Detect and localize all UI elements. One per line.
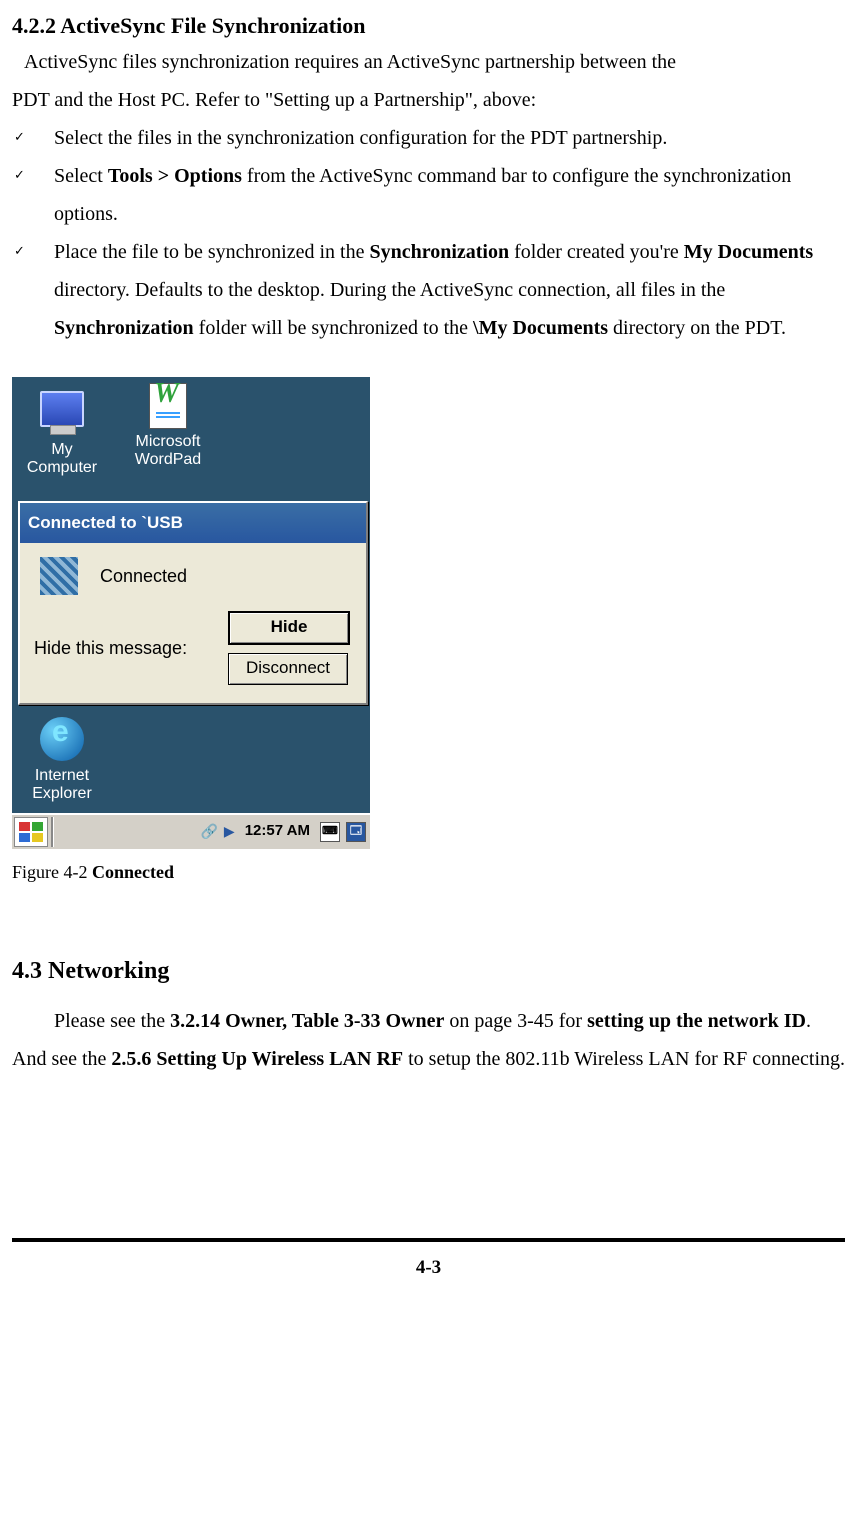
wordpad-label-2: WordPad (135, 451, 201, 468)
my-computer-icon[interactable]: My Computer (18, 383, 106, 478)
li3-mid3: folder will be synchronized to the (194, 317, 473, 339)
s43-b2: setting up the network ID (587, 1010, 806, 1032)
network-tray-icon[interactable]: 🔗 (200, 818, 217, 845)
connection-status: Connected (100, 559, 187, 593)
section-4-3-body: Please see the 3.2.14 Owner, Table 3-33 … (12, 1002, 845, 1078)
start-button[interactable] (14, 817, 48, 847)
s43-t1: Please see the (54, 1010, 170, 1032)
my-computer-label-2: Computer (27, 459, 97, 476)
internet-explorer-icon[interactable]: Internet Explorer (18, 717, 106, 804)
li3-b3: Synchronization (54, 317, 194, 339)
taskbar-separator (51, 817, 54, 847)
taskbar: 🔗 ▶ 12:57 AM ⌨ 🗔 (12, 813, 370, 849)
section-4-3-heading: 4.3 Networking (12, 949, 845, 995)
desktop-tray-icon[interactable]: 🗔 (346, 822, 366, 842)
checklist-item-1: Select the files in the synchronization … (12, 119, 845, 157)
figure-4-2: My Computer Microsoft WordPad Internet E… (12, 377, 845, 889)
figure-caption: Figure 4-2 Connected (12, 855, 845, 889)
taskbar-clock[interactable]: 12:57 AM (245, 817, 310, 846)
device-screenshot: My Computer Microsoft WordPad Internet E… (12, 377, 370, 849)
li3-b4: \My Documents (473, 317, 608, 339)
checklist: Select the files in the synchronization … (12, 119, 845, 347)
li2-pre: Select (54, 165, 108, 187)
li3-b2: My Documents (684, 241, 813, 263)
my-computer-label-1: My (51, 441, 72, 458)
connected-popup: Connected to `USB Connected Hide this me… (18, 501, 368, 705)
figure-caption-bold: Connected (92, 862, 174, 882)
arrow-tray-icon[interactable]: ▶ (224, 818, 235, 845)
hide-button[interactable]: Hide (228, 611, 350, 645)
ie-label-2: Explorer (32, 785, 92, 802)
li3-pre: Place the file to be synchronized in the (54, 241, 369, 263)
sip-tray-icon[interactable]: ⌨ (320, 822, 340, 842)
li3-post: directory on the PDT. (608, 317, 786, 339)
li3-mid1: folder created you're (509, 241, 684, 263)
li3-mid2: directory. Defaults to the desktop. Duri… (54, 279, 725, 301)
system-tray: 🔗 ▶ 12:57 AM ⌨ 🗔 (200, 817, 370, 846)
ie-label-1: Internet (35, 767, 89, 784)
page-number: 4-3 (12, 1250, 845, 1286)
hide-message-label: Hide this message: (34, 631, 187, 665)
s43-b1: 3.2.14 Owner, Table 3-33 Owner (170, 1010, 444, 1032)
wordpad-label-1: Microsoft (136, 433, 201, 450)
checklist-item-2: Select Tools > Options from the ActiveSy… (12, 157, 845, 233)
disconnect-button[interactable]: Disconnect (228, 653, 348, 685)
s43-t2: on page 3-45 for (444, 1010, 587, 1032)
checklist-item-3: Place the file to be synchronized in the… (12, 233, 845, 347)
s43-t4: to setup the 802.11b Wireless LAN for RF… (403, 1048, 845, 1070)
intro-para-line1: ActiveSync files synchronization require… (12, 43, 845, 81)
s43-b3: 2.5.6 Setting Up Wireless LAN RF (111, 1048, 403, 1070)
li3-b1: Synchronization (369, 241, 509, 263)
section-4-2-2-heading: 4.2.2 ActiveSync File Synchronization (12, 12, 845, 41)
popup-title: Connected to `USB (20, 503, 366, 543)
figure-caption-pre: Figure 4-2 (12, 862, 92, 882)
li2-bold: Tools > Options (108, 165, 242, 187)
checklist-item-1-text: Select the files in the synchronization … (54, 127, 667, 149)
intro-para-line2: PDT and the Host PC. Refer to "Setting u… (12, 81, 845, 119)
wordpad-icon[interactable]: Microsoft WordPad (124, 383, 212, 470)
footer-rule (12, 1238, 845, 1242)
connection-icon (40, 557, 78, 595)
